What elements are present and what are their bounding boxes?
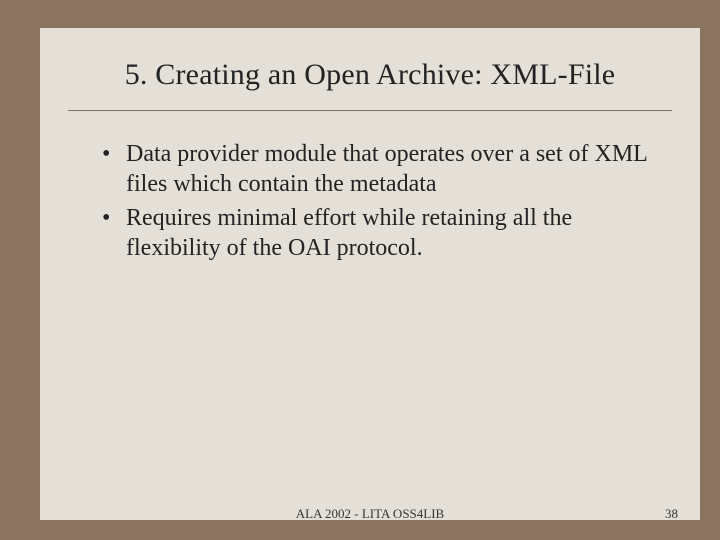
bullet-list: Data provider module that operates over … (102, 139, 652, 263)
bullet-item: Requires minimal effort while retaining … (102, 203, 652, 263)
footer-text: ALA 2002 - LITA OSS4LIB (296, 506, 444, 522)
slide-title: 5. Creating an Open Archive: XML-File (40, 28, 700, 104)
slide-content: Data provider module that operates over … (40, 111, 700, 263)
page-number: 38 (665, 506, 678, 522)
slide: 5. Creating an Open Archive: XML-File Da… (40, 28, 700, 520)
bullet-item: Data provider module that operates over … (102, 139, 652, 199)
